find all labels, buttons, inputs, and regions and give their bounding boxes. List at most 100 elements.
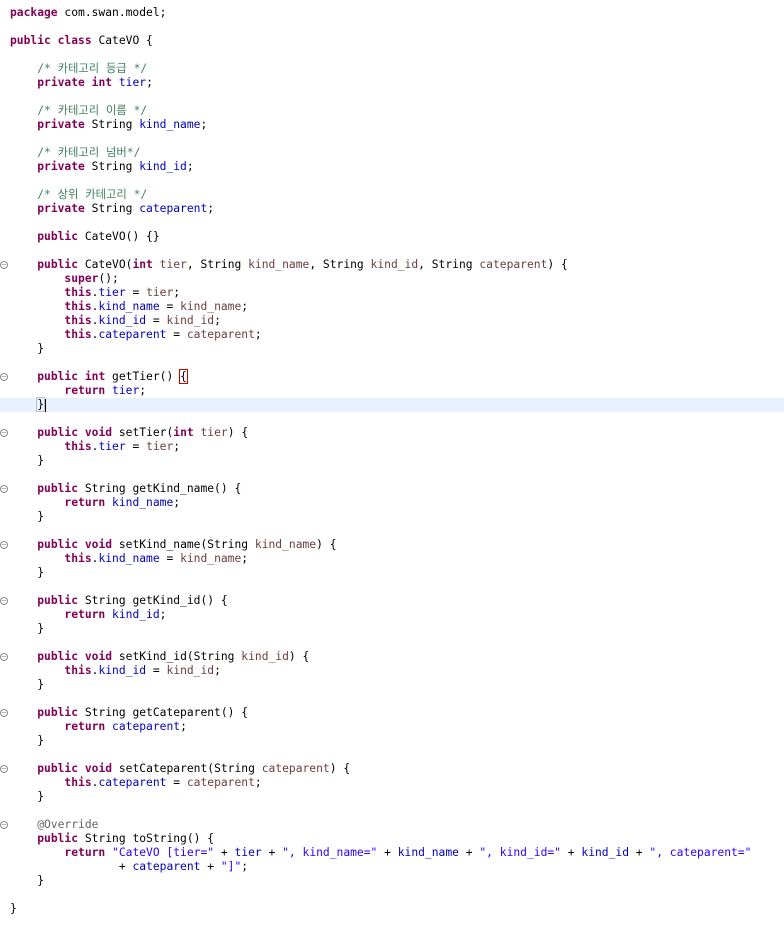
code-line[interactable] bbox=[0, 132, 784, 146]
code-line[interactable]: } bbox=[0, 902, 784, 916]
code-line[interactable]: this.kind_name = kind_name; bbox=[0, 300, 784, 314]
code-line[interactable]: − public CateVO(int tier, String kind_na… bbox=[0, 258, 784, 272]
code-token: } bbox=[10, 678, 45, 691]
code-line[interactable]: return kind_name; bbox=[0, 496, 784, 510]
code-line[interactable] bbox=[0, 244, 784, 258]
fold-toggle-icon[interactable]: − bbox=[0, 541, 8, 549]
code-token: } bbox=[10, 510, 45, 523]
code-line[interactable]: return "CateVO [tier=" + tier + ", kind_… bbox=[0, 846, 784, 860]
code-line[interactable]: } bbox=[0, 874, 784, 888]
code-editor[interactable]: package com.swan.model; public class Cate… bbox=[0, 0, 784, 926]
code-line[interactable]: − public void setKind_name(String kind_n… bbox=[0, 538, 784, 552]
code-line[interactable] bbox=[0, 888, 784, 902]
code-token: package bbox=[10, 6, 58, 19]
code-line[interactable]: private String cateparent; bbox=[0, 202, 784, 216]
code-line[interactable]: this.kind_id = kind_id; bbox=[0, 664, 784, 678]
code-line[interactable]: − public void setTier(int tier) { bbox=[0, 426, 784, 440]
code-line[interactable]: − public String getKind_id() { bbox=[0, 594, 784, 608]
code-line[interactable]: this.tier = tier; bbox=[0, 286, 784, 300]
fold-toggle-icon[interactable]: − bbox=[0, 429, 8, 437]
code-line[interactable]: private int tier; bbox=[0, 76, 784, 90]
code-line[interactable] bbox=[0, 356, 784, 370]
code-line[interactable]: } bbox=[0, 510, 784, 524]
code-line[interactable]: − public String getCateparent() { bbox=[0, 706, 784, 720]
code-line[interactable]: package com.swan.model; bbox=[0, 6, 784, 20]
code-line[interactable]: public class CateVO { bbox=[0, 34, 784, 48]
code-token: kind_name bbox=[112, 496, 174, 509]
code-line[interactable] bbox=[0, 468, 784, 482]
code-token: String getKind_name() { bbox=[78, 482, 242, 495]
code-line[interactable]: this.tier = tier; bbox=[0, 440, 784, 454]
code-line[interactable] bbox=[0, 692, 784, 706]
code-line[interactable] bbox=[0, 174, 784, 188]
code-token: kind_name bbox=[180, 300, 242, 313]
code-token: = bbox=[166, 328, 187, 341]
code-line[interactable]: super(); bbox=[0, 272, 784, 286]
code-line[interactable]: − public int getTier() { bbox=[0, 369, 784, 384]
code-line[interactable]: return tier; bbox=[0, 384, 784, 398]
code-line[interactable] bbox=[0, 636, 784, 650]
code-line[interactable] bbox=[0, 748, 784, 762]
code-line[interactable]: private String kind_name; bbox=[0, 118, 784, 132]
code-line[interactable] bbox=[0, 524, 784, 538]
code-line[interactable] bbox=[0, 580, 784, 594]
code-line[interactable]: + cateparent + "]"; bbox=[0, 860, 784, 874]
code-line[interactable]: − public void setKind_id(String kind_id)… bbox=[0, 650, 784, 664]
fold-toggle-icon[interactable]: − bbox=[0, 485, 8, 493]
code-token: kind_id bbox=[370, 258, 419, 271]
code-line[interactable]: } bbox=[0, 566, 784, 580]
code-line[interactable]: } bbox=[0, 678, 784, 692]
fold-toggle-icon[interactable]: − bbox=[0, 373, 8, 381]
code-token: public bbox=[37, 832, 79, 845]
fold-toggle-icon[interactable]: − bbox=[0, 765, 8, 773]
code-line[interactable] bbox=[0, 412, 784, 426]
fold-toggle-icon[interactable]: − bbox=[0, 653, 8, 661]
code-line[interactable]: } bbox=[0, 397, 784, 412]
code-line[interactable]: } bbox=[0, 622, 784, 636]
code-line[interactable]: } bbox=[0, 454, 784, 468]
code-line[interactable]: this.kind_name = kind_name; bbox=[0, 552, 784, 566]
code-line[interactable]: /* 카테고리 등급 */ bbox=[0, 62, 784, 76]
code-line[interactable]: /* 카테고리 넘버*/ bbox=[0, 146, 784, 160]
code-line[interactable]: return cateparent; bbox=[0, 720, 784, 734]
fold-toggle-icon[interactable]: − bbox=[0, 597, 8, 605]
code-line[interactable]: return kind_id; bbox=[0, 608, 784, 622]
code-line[interactable]: − public String getKind_name() { bbox=[0, 482, 784, 496]
code-line[interactable] bbox=[0, 90, 784, 104]
code-token: ; bbox=[173, 286, 181, 299]
code-line[interactable]: this.cateparent = cateparent; bbox=[0, 776, 784, 790]
code-token: cateparent bbox=[479, 258, 548, 271]
code-line[interactable]: this.cateparent = cateparent; bbox=[0, 328, 784, 342]
code-token: return bbox=[64, 384, 106, 397]
code-line[interactable]: /* 상위 카테고리 */ bbox=[0, 188, 784, 202]
fold-toggle-icon[interactable]: − bbox=[0, 709, 8, 717]
code-line[interactable]: } bbox=[0, 734, 784, 748]
code-token: CateVO() {} bbox=[78, 230, 160, 243]
code-line[interactable] bbox=[0, 20, 784, 34]
code-line[interactable]: } bbox=[0, 342, 784, 356]
code-token: ; bbox=[214, 314, 221, 327]
code-line[interactable]: this.kind_id = kind_id; bbox=[0, 314, 784, 328]
code-line[interactable]: public CateVO() {} bbox=[0, 230, 784, 244]
code-token: ", kind_name=" bbox=[282, 846, 378, 859]
code-line[interactable] bbox=[0, 804, 784, 818]
code-line[interactable] bbox=[0, 48, 784, 62]
code-line[interactable]: − @Override bbox=[0, 818, 784, 832]
code-line[interactable] bbox=[0, 216, 784, 230]
code-line[interactable]: − public void setCateparent(String catep… bbox=[0, 762, 784, 776]
code-line[interactable]: } bbox=[0, 790, 784, 804]
code-token: private bbox=[37, 160, 85, 173]
code-token: ; bbox=[186, 160, 194, 173]
fold-toggle-icon[interactable]: − bbox=[0, 261, 8, 269]
code-line[interactable]: /* 카테고리 이름 */ bbox=[0, 104, 784, 118]
fold-toggle-icon[interactable]: − bbox=[0, 821, 8, 829]
code-line[interactable]: private String kind_id; bbox=[0, 160, 784, 174]
code-line[interactable]: public String toString() { bbox=[0, 832, 784, 846]
